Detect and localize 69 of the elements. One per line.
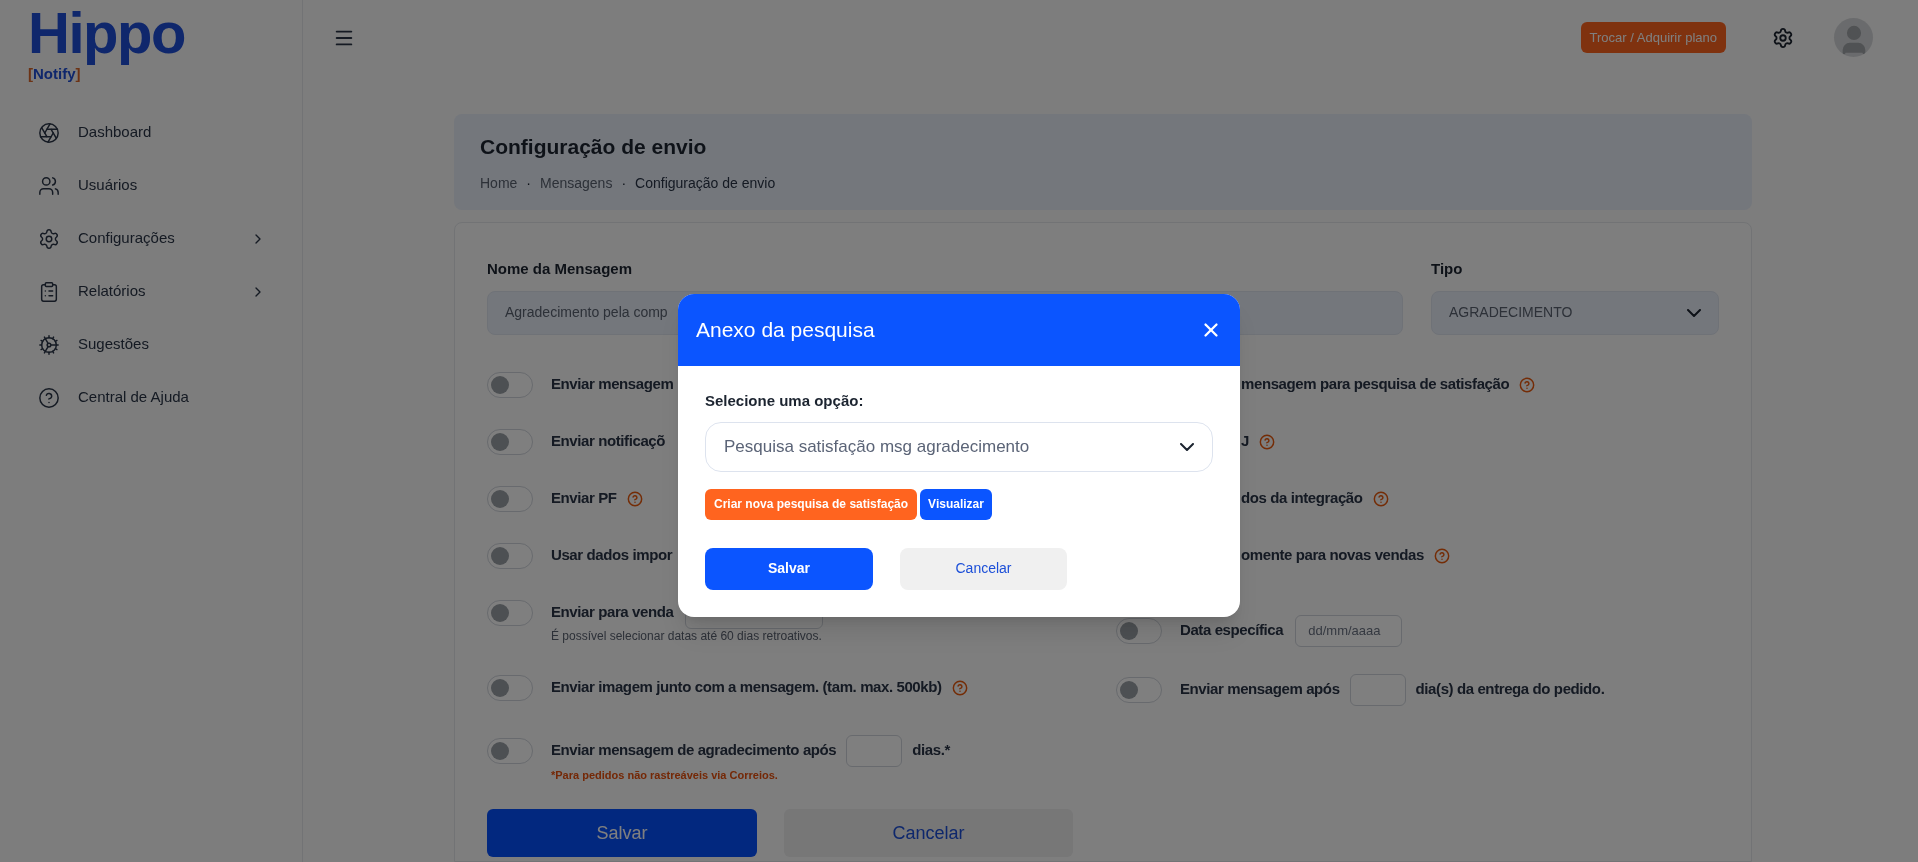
toggle-switch[interactable] [487, 737, 533, 764]
clipboard-icon [38, 280, 60, 303]
toggle-switch[interactable] [487, 674, 533, 701]
breadcrumb-separator: · [621, 173, 627, 193]
date-field[interactable]: dd/mm/aaaa [1295, 614, 1403, 647]
option-label: mensagem para pesquisa de satisfação [1241, 374, 1510, 395]
toggle-switch[interactable] [487, 371, 533, 398]
create-survey-button[interactable]: Criar nova pesquisa de satisfação [705, 488, 918, 520]
save-button[interactable]: Salvar [487, 809, 757, 857]
option-label: J [1241, 431, 1249, 452]
type-select[interactable]: AGRADECIMENTO [1431, 290, 1719, 335]
view-button[interactable]: Visualizar [920, 488, 992, 520]
toggle-switch[interactable] [487, 428, 533, 455]
page-title: Configuração de envio [480, 134, 708, 160]
option-label: Enviar mensagem [551, 374, 674, 395]
modal-cancel-button[interactable]: Cancelar [900, 547, 1067, 590]
avatar[interactable] [1834, 18, 1873, 57]
toggle-switch[interactable] [487, 599, 533, 626]
option-label: dos da integração [1241, 488, 1363, 509]
option-label: Enviar mensagem de agradecimento após [551, 740, 837, 761]
users-icon [38, 174, 60, 197]
logo-subtitle: [Notify] [28, 66, 81, 82]
option-label: Enviar para venda [551, 602, 674, 623]
sidebar-item[interactable]: Sugestões [0, 318, 302, 371]
modal-save-button[interactable]: Salvar [705, 547, 873, 590]
option-label: Enviar notificaçõ [551, 431, 666, 452]
breadcrumb-separator: · [526, 173, 532, 193]
option-label: Enviar imagem junto com a mensagem. (tam. max. 500kb) [551, 677, 942, 698]
help-icon[interactable] [1372, 490, 1389, 507]
aperture-icon [38, 121, 60, 144]
gear-icon [38, 333, 60, 356]
field-label: Nome da Mensagem [487, 259, 634, 279]
toggle-switch[interactable] [1116, 617, 1162, 644]
option-label: Data específica [1180, 620, 1284, 641]
survey-select[interactable]: Pesquisa satisfação msg agradecimento [705, 421, 1213, 472]
hint-text: É possível selecionar datas até 60 dias retroativos. [551, 627, 823, 645]
toggle-switch[interactable] [487, 542, 533, 569]
breadcrumb-link[interactable]: Home [480, 172, 518, 194]
option-label: Enviar mensagem após [1180, 679, 1340, 700]
option-suffix: dias.* [912, 740, 950, 761]
option-suffix: dia(s) da entrega do pedido. [1415, 679, 1605, 700]
sidebar-item[interactable]: Central de Ajuda [0, 371, 302, 424]
sidebar-item[interactable]: Relatórios [0, 265, 302, 318]
note-text: *Para pedidos não rastreáveis via Correios. [551, 767, 779, 783]
cancel-button[interactable]: Cancelar [784, 809, 1073, 857]
help-icon[interactable] [626, 490, 643, 507]
help-icon[interactable] [951, 679, 968, 696]
logo-wordmark[interactable]: Hippo [28, 0, 186, 66]
select-label: Selecione uma opção: [705, 391, 865, 411]
settings-icon[interactable] [1772, 26, 1794, 49]
field-label: Tipo [1431, 259, 1464, 279]
sidebar-item[interactable]: Configurações [0, 212, 302, 265]
sidebar-item[interactable]: Dashboard [0, 106, 302, 159]
plan-button[interactable]: Trocar / Adquirir plano [1580, 22, 1726, 53]
modal-title: Anexo da pesquisa [696, 317, 875, 344]
sidebar-item[interactable]: Usuários [0, 159, 302, 212]
chevron-down-icon [1687, 308, 1701, 317]
settings-icon [38, 227, 60, 250]
breadcrumb-link[interactable]: Mensagens [540, 172, 613, 194]
toggle-switch[interactable] [1116, 676, 1162, 703]
option-label: omente para novas vendas [1241, 545, 1424, 566]
option-label: Enviar PF [551, 488, 617, 509]
help-icon [38, 386, 60, 409]
option-label: Usar dados impor [551, 545, 673, 566]
help-icon[interactable] [1519, 376, 1536, 393]
help-icon[interactable] [1434, 547, 1450, 564]
toggle-switch[interactable] [487, 485, 533, 512]
chevron-down-icon [1180, 442, 1194, 451]
help-icon[interactable] [1258, 433, 1275, 450]
